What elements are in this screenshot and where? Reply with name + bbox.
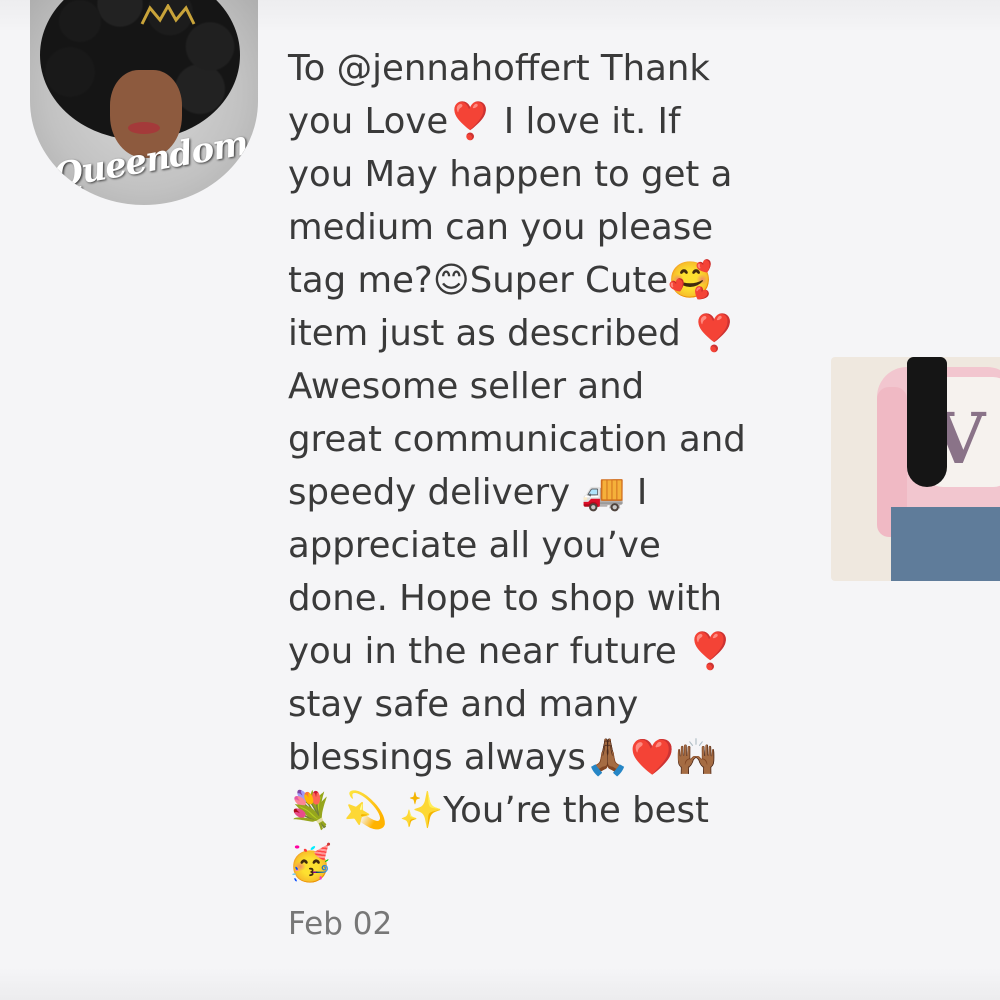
comment-line: speedy delivery 🚚 I <box>288 472 648 513</box>
avatar[interactable]: Queendom <box>30 0 258 205</box>
comment-line: you in the near future ❣️ <box>288 631 733 672</box>
review-comment: To @jennahoffert Thank you Love❣️ I love… <box>288 42 788 890</box>
comment-line: blessings always🙏🏾❤️🙌🏾 <box>288 737 719 778</box>
product-model-hair <box>907 357 947 487</box>
comment-line: Awesome seller and <box>288 366 645 407</box>
product-jeans <box>891 507 1000 581</box>
avatar-lips <box>128 122 160 134</box>
comment-line: appreciate all you’ve <box>288 525 661 566</box>
bottom-edge-shade <box>0 968 1000 1000</box>
comment-line: tag me?😊Super Cute🥰 <box>288 260 713 301</box>
comment-line: you Love❣️ I love it. If <box>288 101 681 142</box>
comment-line: you May happen to get a <box>288 154 733 195</box>
comment-line: great communication and <box>288 419 746 460</box>
comment-line: item just as described ❣️ <box>288 313 737 354</box>
comment-line: medium can you please <box>288 207 714 248</box>
comment-line: stay safe and many <box>288 684 639 725</box>
comment-line: done. Hope to shop with <box>288 578 723 619</box>
comment-line: 🥳 <box>288 843 333 884</box>
comment-line: 💐 💫 ✨You’re the best <box>288 790 709 831</box>
comment-line: To @jennahoffert Thank <box>288 48 710 89</box>
product-thumbnail[interactable]: V <box>831 357 1000 581</box>
comment-date: Feb 02 <box>288 906 393 942</box>
crown-icon <box>140 4 196 25</box>
